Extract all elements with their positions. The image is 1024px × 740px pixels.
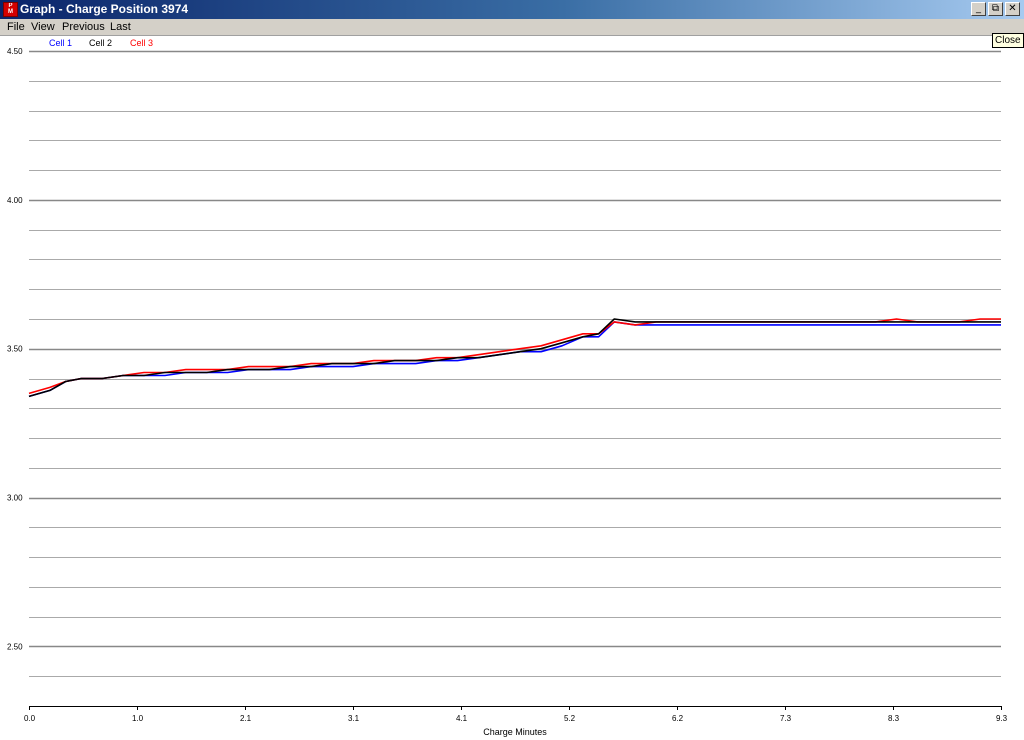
app-logo-icon[interactable]: P M bbox=[3, 2, 18, 17]
close-button[interactable]: ✕ bbox=[1005, 2, 1020, 16]
app-logo-text-2: M bbox=[8, 9, 13, 15]
y-tick-label: 4.50 bbox=[7, 47, 23, 56]
x-tick-label: 7.3 bbox=[780, 714, 792, 723]
menu-file[interactable]: File bbox=[7, 21, 25, 33]
legend-cell-1[interactable]: Cell 1 bbox=[49, 38, 72, 48]
menu-last[interactable]: Last bbox=[110, 21, 131, 33]
window-title: Graph - Charge Position 3974 bbox=[20, 2, 189, 16]
x-tick-label: 5.2 bbox=[564, 714, 576, 723]
menu-view[interactable]: View bbox=[31, 21, 55, 33]
menu-bar: File View Previous Last bbox=[0, 19, 1024, 36]
x-tick-label: 4.1 bbox=[456, 714, 468, 723]
menu-previous[interactable]: Previous bbox=[62, 21, 105, 33]
legend-cell-2[interactable]: Cell 2 bbox=[89, 38, 112, 48]
window-titlebar[interactable]: P M Graph - Charge Position 3974 _ ⧉ ✕ bbox=[0, 0, 1024, 19]
x-tick-label: 1.0 bbox=[132, 714, 144, 723]
x-tick-label: 9.3 bbox=[996, 714, 1008, 723]
series-line-cell-1 bbox=[28, 321, 1001, 398]
legend-cell-3[interactable]: Cell 3 bbox=[130, 38, 153, 48]
x-tick-label: 8.3 bbox=[888, 714, 900, 723]
chart-axes: 4.50 4.00 3.50 3.00 2.50 0.0 1.0 2.1 3.1 4.1 5.2 6.… bbox=[7, 47, 1008, 723]
x-tick-label: 3.1 bbox=[348, 714, 360, 723]
minimize-button[interactable]: _ bbox=[971, 2, 986, 16]
series-line-cell-3 bbox=[28, 318, 1001, 395]
series-line-cell-2 bbox=[28, 318, 1001, 398]
close-tooltip: Close bbox=[992, 33, 1024, 48]
x-tick-label: 2.1 bbox=[240, 714, 252, 723]
voltage-line-chart: 4.50 4.00 3.50 3.00 2.50 0.0 1.0 2.1 3.1 4.1 5.2 6.… bbox=[7, 47, 1008, 737]
chart-series bbox=[28, 318, 1001, 398]
x-axis-title: Charge Minutes bbox=[483, 727, 547, 737]
chart-gridlines bbox=[29, 50, 1001, 677]
y-tick-label: 3.00 bbox=[7, 494, 23, 503]
x-tick-label: 6.2 bbox=[672, 714, 684, 723]
y-tick-label: 2.50 bbox=[7, 642, 23, 651]
x-tick-label: 0.0 bbox=[24, 714, 36, 723]
y-tick-label: 3.50 bbox=[7, 345, 23, 354]
y-tick-label: 4.00 bbox=[7, 196, 23, 205]
restore-button[interactable]: ⧉ bbox=[988, 2, 1003, 16]
